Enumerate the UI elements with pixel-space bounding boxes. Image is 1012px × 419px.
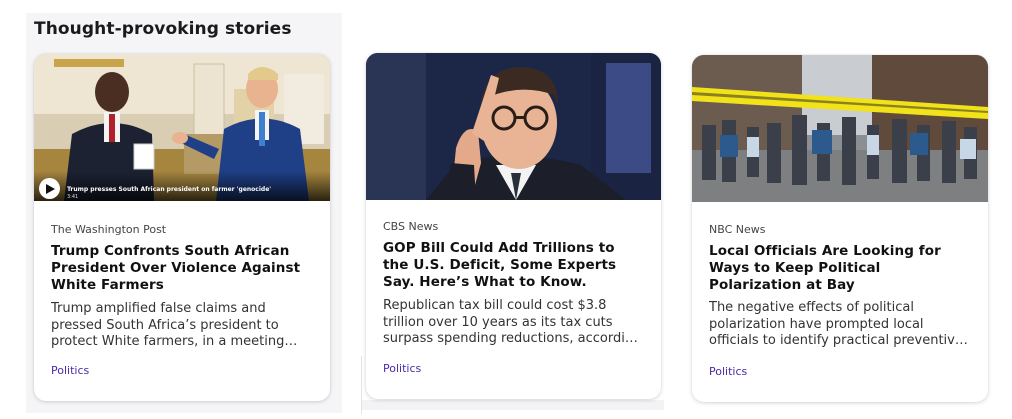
divider xyxy=(362,400,664,410)
news-feed-section: Thought-provoking stories Trump presses … xyxy=(0,0,1012,419)
story-headline[interactable]: Local Officials Are Looking for Ways to … xyxy=(709,243,971,294)
city-crowd-image xyxy=(692,55,988,202)
video-caption: Trump presses South African president on… xyxy=(67,186,272,193)
story-body: CBS News GOP Bill Could Add Trillions to… xyxy=(366,220,661,348)
story-source: CBS News xyxy=(383,220,439,233)
story-headline[interactable]: GOP Bill Could Add Trillions to the U.S.… xyxy=(383,240,644,291)
story-body: NBC News Local Officials Are Looking for… xyxy=(692,223,988,350)
video-duration: 3:41 xyxy=(67,194,79,200)
story-category-link[interactable]: Politics xyxy=(51,364,89,377)
play-button[interactable] xyxy=(39,178,60,199)
story-card-trump-south-africa[interactable]: Trump presses South African president on… xyxy=(34,54,330,401)
story-category-link[interactable]: Politics xyxy=(383,362,421,375)
story-summary: Republican tax bill could cost $3.8 tril… xyxy=(383,298,642,346)
story-thumbnail[interactable] xyxy=(366,53,661,200)
story-card-gop-bill[interactable]: CBS News GOP Bill Could Add Trillions to… xyxy=(366,53,661,399)
story-body: The Washington Post Trump Confronts Sout… xyxy=(34,223,330,351)
play-icon xyxy=(46,183,55,194)
story-headline[interactable]: Trump Confronts South African President … xyxy=(51,243,313,294)
story-summary: Trump amplified false claims and pressed… xyxy=(51,301,285,349)
story-thumbnail[interactable] xyxy=(692,55,988,202)
section-title: Thought-provoking stories xyxy=(34,19,292,39)
story-card-political-polarization[interactable]: NBC News Local Officials Are Looking for… xyxy=(692,55,988,402)
story-thumbnail[interactable]: Trump presses South African president on… xyxy=(34,54,330,201)
story-source: NBC News xyxy=(709,223,766,236)
speaker-pointing-image xyxy=(366,53,661,200)
story-summary: The negative effects of political polari… xyxy=(709,300,963,348)
story-category-link[interactable]: Politics xyxy=(709,365,747,378)
story-source: The Washington Post xyxy=(51,223,167,236)
